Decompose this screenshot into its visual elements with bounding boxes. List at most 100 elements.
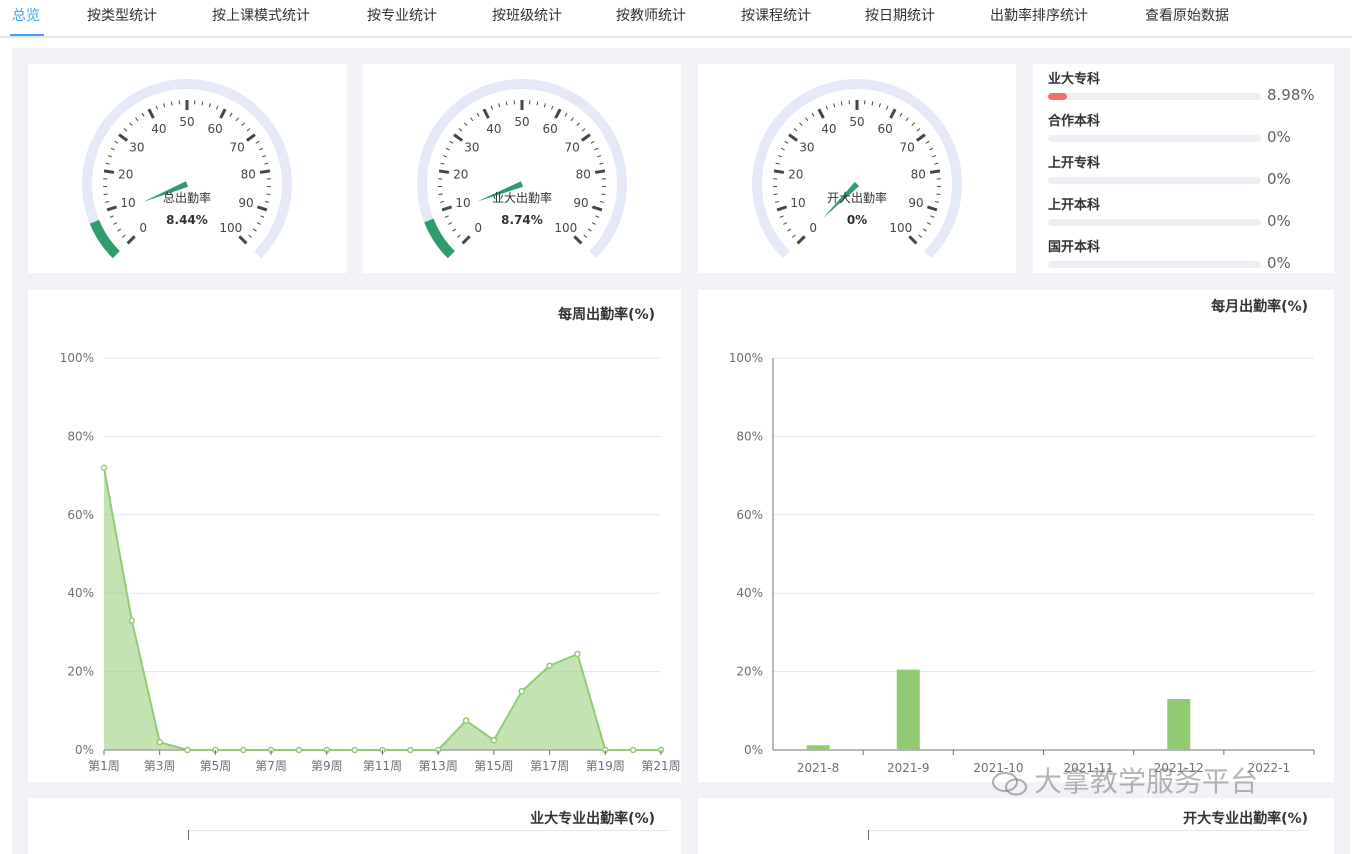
- gauge-minor-tick: [246, 128, 251, 132]
- y-tick-label: 0%: [75, 743, 94, 757]
- progress-label: 业大专科: [1048, 72, 1101, 87]
- gauge-kaida: 0 10 20 30 40 50 60 70 80 90 100 开大出勤率 0%: [752, 79, 962, 259]
- y-tick-label: 0%: [744, 743, 763, 757]
- tab-by-course[interactable]: 按课程统计: [741, 6, 811, 26]
- gauge-minor-tick: [536, 101, 539, 106]
- tab-by-teacher[interactable]: 按教师统计: [616, 6, 686, 26]
- active-tab-indicator: [10, 34, 44, 36]
- gauge-minor-tick: [505, 101, 508, 106]
- tab-by-major[interactable]: 按专业统计: [367, 6, 437, 26]
- gauge-minor-tick: [775, 162, 780, 165]
- gauge-minor-tick: [932, 155, 937, 158]
- gauge-tick-label: 70: [230, 141, 245, 155]
- gauge-minor-tick: [929, 147, 934, 151]
- gauge-minor-tick: [248, 234, 253, 238]
- progress-label: 国开本科: [1048, 240, 1101, 255]
- progress-label: 合作本科: [1048, 114, 1101, 129]
- gauge-major-tick: [908, 235, 918, 245]
- data-point: [462, 717, 470, 724]
- progress-value: 0%: [1267, 170, 1291, 188]
- gauge-major-tick: [788, 133, 799, 142]
- weekly-chart-card: 每周出勤率(%) 0% 20% 40% 60% 80% 100% 第1周 第3周 第5周 第7周第…: [28, 290, 681, 782]
- gauge-tick-label: 0: [139, 221, 147, 235]
- gauge-minor-tick: [936, 193, 941, 196]
- gauge-minor-tick: [266, 193, 271, 196]
- gauge-minor-tick: [448, 222, 453, 225]
- gauge-minor-tick: [791, 234, 796, 238]
- gauge-minor-tick: [934, 200, 940, 203]
- watermark-text: 大拿教学服务平台: [1034, 765, 1259, 798]
- y-tick-label: 100%: [60, 351, 94, 365]
- gauge-major-tick: [573, 235, 583, 245]
- data-point: [490, 736, 498, 744]
- x-tick-label: 2021-8: [797, 761, 840, 775]
- progress-value: 0%: [1267, 128, 1291, 146]
- gauge-minor-tick: [445, 147, 450, 151]
- gauge-major-tick: [118, 133, 129, 142]
- gauge-tick-label: 80: [241, 167, 256, 181]
- data-point: [574, 650, 581, 658]
- tab-by-date[interactable]: 按日期统计: [865, 6, 935, 26]
- data-point: [240, 746, 247, 754]
- gauge-minor-tick: [878, 103, 881, 108]
- data-point: [407, 746, 414, 754]
- gauge-minor-tick: [260, 215, 265, 218]
- gauge-major-tick: [889, 108, 897, 119]
- gauge-major-tick: [554, 108, 562, 119]
- gauge-minor-tick: [259, 147, 264, 151]
- gauge-minor-tick: [779, 215, 784, 218]
- gauge-minor-tick: [264, 200, 270, 203]
- tab-raw-data[interactable]: 查看原始数据: [1145, 6, 1229, 26]
- progress-label: 上开本科: [1048, 198, 1101, 213]
- tab-by-class[interactable]: 按班级统计: [492, 6, 562, 26]
- gauge-minor-tick: [926, 222, 931, 225]
- gauge-major-tick: [147, 108, 155, 119]
- x-tick-label: 第1周: [88, 759, 120, 773]
- gauge-tick-label: 40: [821, 122, 836, 136]
- gauge-major-tick: [461, 235, 471, 245]
- gauge-tick-label: 50: [849, 115, 864, 129]
- gauge-minor-tick: [597, 155, 602, 158]
- weekly-attendance-chart: 0% 20% 40% 60% 80% 100% 第1周 第3周 第5周 第7周 第9周 第11周 第13…: [60, 351, 681, 773]
- gauge-minor-tick: [576, 122, 580, 127]
- gauge-tick-label: 50: [179, 115, 194, 129]
- y-tick-label: 80%: [736, 429, 763, 443]
- progress-fill: [1048, 93, 1068, 100]
- gauge-major-tick: [438, 169, 450, 174]
- gauge-minor-tick: [470, 117, 474, 122]
- y-tick-label: 40%: [67, 586, 94, 600]
- y-tick-label: 20%: [736, 665, 763, 679]
- gauge-minor-tick: [262, 155, 267, 158]
- gauge-major-tick: [245, 133, 256, 142]
- progress-track: [1048, 219, 1261, 226]
- gauge-tick-label: 30: [799, 141, 814, 155]
- gauge-minor-tick: [899, 112, 903, 117]
- gauge-tick-label: 100: [889, 221, 912, 235]
- gauge-major-tick: [441, 205, 453, 212]
- gauge-tick-label: 50: [514, 115, 529, 129]
- tab-by-type[interactable]: 按类型统计: [87, 6, 157, 26]
- gauge-major-tick: [580, 133, 591, 142]
- gauge-minor-tick: [784, 140, 789, 144]
- gauge-minor-tick: [918, 234, 923, 238]
- gauge-major-tick: [773, 169, 785, 174]
- gauge-minor-tick: [783, 222, 788, 225]
- tab-overview[interactable]: 总览: [12, 6, 40, 26]
- gauge-minor-tick: [123, 128, 128, 132]
- gauge-minor-tick: [110, 147, 115, 151]
- gauge-minor-tick: [916, 128, 921, 132]
- y-tick-label: 60%: [67, 508, 94, 522]
- tab-ranking[interactable]: 出勤率排序统计: [990, 6, 1088, 26]
- gauge-total: 0 10 20 30 40 50 60 70 80 90 100 总出勤率 8.44%: [82, 79, 292, 259]
- x-tick-label: 第11周: [363, 759, 402, 773]
- gauge-tick-label: 20: [453, 167, 468, 181]
- x-tick-label: 第3周: [144, 759, 176, 773]
- tab-by-mode[interactable]: 按上课模式统计: [212, 6, 310, 26]
- gauge-minor-tick: [458, 128, 463, 132]
- gauge-major-tick: [103, 169, 115, 174]
- x-tick-label: 第5周: [200, 759, 232, 773]
- gauge-major-tick: [106, 205, 118, 212]
- grid-line: [868, 830, 1308, 831]
- gauge-tick-label: 20: [118, 167, 133, 181]
- gauge-tick-label: 10: [120, 196, 135, 210]
